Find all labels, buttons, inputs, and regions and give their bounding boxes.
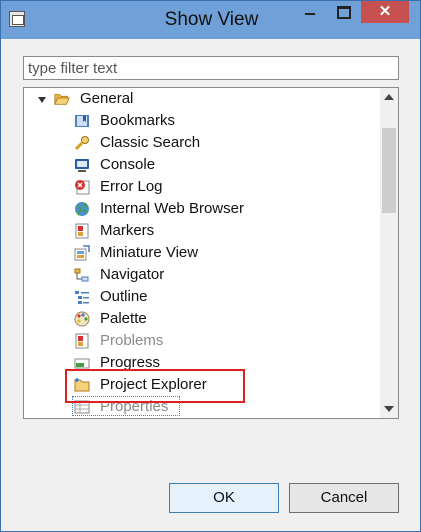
tree-item-label: Internal Web Browser [100,200,244,217]
scroll-thumb[interactable] [382,128,396,213]
tree-item-label: Console [100,156,156,173]
minimize-button[interactable] [295,1,325,23]
console-icon [75,159,89,172]
project-explorer-highlight [65,369,245,403]
globe-icon [75,202,89,216]
tree-item-label: Classic Search [100,134,201,151]
palette-icon [74,311,90,327]
minimize-icon [305,13,315,15]
tree-item-label: Error Log [100,178,163,195]
tree-item-label: Markers [100,222,155,239]
tree-item-label: Bookmarks [100,112,176,129]
maximize-icon [337,6,351,19]
error-log-icon [75,180,90,195]
bookmarks-icon [75,115,89,127]
folder-open-icon [54,94,70,105]
scroll-up-icon[interactable] [384,94,394,100]
outline-icon [75,291,89,304]
tree-item-label: Navigator [100,266,165,283]
scroll-down-icon[interactable] [384,406,394,412]
markers-icon [75,223,89,239]
tree-item-label: Outline [100,288,148,305]
navigator-icon [74,268,89,282]
filter-field[interactable] [23,56,399,80]
vertical-scrollbar[interactable] [380,88,398,418]
expand-arrow-icon[interactable] [38,97,46,103]
title-bar[interactable]: Show View ✕ [1,1,420,39]
show-view-dialog: Show View ✕ General Bookmarks Classic Se… [0,0,421,532]
tree-item-label: Palette [100,310,147,327]
problems-icon [75,333,89,349]
tree-category-label: General [80,90,134,107]
maximize-button[interactable] [327,1,359,23]
cancel-button[interactable]: Cancel [289,483,399,513]
miniature-view-icon [74,245,90,261]
tree-item-label: Problems [100,332,164,349]
tree-item-label: Miniature View [100,244,199,261]
filter-input[interactable] [24,57,398,79]
ok-button[interactable]: OK [169,483,279,513]
close-button[interactable]: ✕ [361,1,409,23]
search-icon [74,136,89,151]
close-icon: ✕ [378,3,392,20]
